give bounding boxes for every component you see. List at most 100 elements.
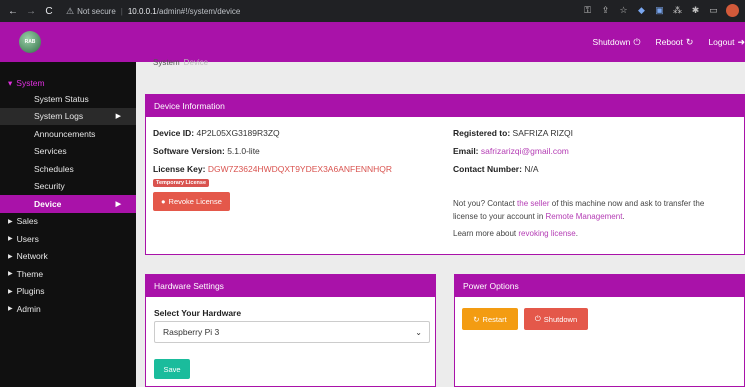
breadcrumb-current: Device (183, 58, 209, 67)
revoke-help-note: Learn more about revoking license. (453, 227, 738, 240)
sidebar: ▾ System System Status System Logs ▶ Anno… (0, 62, 136, 387)
caret-right-icon: ▶ (8, 253, 13, 260)
hardware-select[interactable]: Raspberry Pi 3 ⌄ (154, 321, 430, 343)
key-icon[interactable]: ⚿ (582, 5, 593, 16)
sidebar-item-system-logs[interactable]: System Logs ▶ (0, 107, 136, 125)
sidebar-item-services[interactable]: Services (0, 143, 136, 161)
sidebar-item-security[interactable]: Security (0, 178, 136, 196)
extension-icon[interactable]: ▣ (654, 5, 665, 16)
sidebar-section-theme[interactable]: ▶ Theme (0, 265, 136, 283)
reboot-label: Reboot (655, 37, 683, 47)
revoke-license-label: Revoke License (168, 197, 222, 206)
power-options-panel: Power Options ↻ Restart ⏻ Shutdown (454, 274, 745, 387)
sidebar-section-sales[interactable]: ▶ Sales (0, 213, 136, 231)
registered-to-label: Registered to: (453, 128, 511, 138)
email-label: Email: (453, 146, 479, 156)
sidebar-section-label: Network (16, 251, 48, 262)
sidebar-item-label: Schedules (34, 163, 74, 174)
shutdown-link[interactable]: Shutdown ⏻ (593, 37, 641, 48)
share-icon[interactable]: ⇪ (600, 5, 611, 16)
back-icon[interactable]: ← (6, 4, 20, 18)
contact-number-label: Contact Number: (453, 164, 522, 174)
caret-right-icon: ▶ (8, 218, 13, 225)
panel-title: Power Options (455, 275, 744, 297)
panel-title: Hardware Settings (146, 275, 435, 297)
puzzle-icon[interactable]: ✱ (690, 5, 701, 16)
license-key-label: License Key: (153, 164, 206, 174)
chevron-down-icon: ⌄ (415, 327, 422, 337)
sidebar-item-device[interactable]: Device ▶ (0, 195, 136, 213)
power-icon: ⏻ (534, 314, 541, 323)
sidebar-section-admin[interactable]: ▶ Admin (0, 300, 136, 318)
shutdown-label: Shutdown (543, 314, 578, 324)
sidebar-item-announcements[interactable]: Announcements (0, 125, 136, 143)
warning-icon: ⚠ (66, 5, 75, 16)
app-header: RAB Shutdown ⏻ Reboot ↻ Logout ➜ (0, 22, 745, 62)
sidebar-section-users[interactable]: ▶ Users (0, 230, 136, 248)
address-separator: | (120, 6, 123, 16)
sidebar-section-network[interactable]: ▶ Network (0, 248, 136, 266)
license-key-row: License Key: DGW7Z3624HWDQXT9YDEX3A6ANFE… (153, 164, 392, 174)
software-version-value: 5.1.0-lite (227, 146, 260, 156)
sidebar-item-label: System Status (34, 93, 89, 104)
device-id-row: Device ID: 4P2L05XG3189R3ZQ (153, 128, 280, 138)
hardware-settings-panel: Hardware Settings Select Your Hardware R… (145, 274, 436, 387)
revoke-license-button[interactable]: ● Revoke License (153, 192, 230, 211)
sidebar-item-label: Device (34, 198, 62, 209)
browser-extensions: ⚿ ⇪ ☆ ◆ ▣ ⁂ ✱ ▭ (582, 4, 739, 17)
profile-avatar[interactable] (726, 4, 739, 17)
note-text: Not you? Contact (453, 199, 518, 208)
reboot-link[interactable]: Reboot ↻ (655, 37, 693, 48)
caret-right-icon: ▶ (8, 271, 13, 278)
note-text: of this machine now and ask to transfer … (549, 199, 705, 208)
ownership-note: Not you? Contact the seller of this mach… (453, 197, 738, 223)
breadcrumb-parent[interactable]: System (153, 58, 180, 67)
note-text: license to your account in (453, 212, 546, 221)
device-information-panel: Device Information Device ID: 4P2L05XG31… (145, 94, 745, 255)
caret-right-icon: ▶ (115, 113, 121, 121)
sidebar-item-system-status[interactable]: System Status (0, 90, 136, 108)
sidebar-section-label: Sales (16, 216, 38, 227)
reboot-icon: ↻ (685, 36, 694, 47)
caret-right-icon: ▶ (8, 236, 13, 243)
caret-right-icon: ▶ (8, 288, 13, 295)
note-text: . (622, 212, 625, 221)
shutdown-button[interactable]: ⏻ Shutdown (524, 308, 588, 330)
sidebar-item-label: Announcements (34, 128, 96, 139)
hardware-selected-value: Raspberry Pi 3 (163, 327, 220, 337)
logout-link[interactable]: Logout ➜ (708, 37, 745, 48)
sidepanel-icon[interactable]: ▭ (708, 5, 719, 16)
sidebar-section-plugins[interactable]: ▶ Plugins (0, 283, 136, 301)
remote-management-link[interactable]: Remote Management (546, 212, 623, 221)
device-id-value: 4P2L05XG3189R3ZQ (196, 128, 280, 138)
revoking-license-link[interactable]: revoking license (518, 229, 575, 238)
sidebar-item-label: System Logs (34, 111, 84, 122)
email-link[interactable]: safrizarizqi@gmail.com (481, 146, 569, 156)
reload-icon[interactable]: C (42, 4, 56, 18)
translate-icon[interactable]: ⁂ (672, 5, 683, 16)
shutdown-label: Shutdown (592, 37, 631, 47)
breadcrumb: System Device (153, 58, 208, 67)
caret-right-icon: ▶ (115, 200, 121, 208)
app-logo[interactable]: RAB (19, 31, 41, 53)
seller-link[interactable]: the seller (517, 199, 549, 208)
sidebar-section-label: Users (16, 233, 39, 244)
note-text: . (575, 229, 578, 238)
shield-extension-icon[interactable]: ◆ (636, 5, 647, 16)
address-bar[interactable]: ⚠ Not secure | 10.0.0.1 /admin#!/system/… (66, 6, 240, 17)
sidebar-group-system[interactable]: ▾ System (0, 62, 136, 90)
restart-button[interactable]: ↻ Restart (462, 308, 518, 330)
chevron-down-icon: ▾ (8, 77, 13, 88)
sidebar-group-label: System (16, 78, 45, 88)
contact-number-row: Contact Number: N/A (453, 164, 539, 174)
software-version-row: Software Version: 5.1.0-lite (153, 146, 260, 156)
license-key-value: DGW7Z3624HWDQXT9YDEX3A6ANFENNHQR (207, 164, 393, 174)
forward-icon[interactable]: → (24, 4, 38, 18)
save-button[interactable]: Save (154, 359, 190, 379)
contact-number-value: N/A (524, 164, 539, 174)
caret-right-icon: ▶ (8, 306, 13, 313)
bookmark-star-icon[interactable]: ☆ (618, 5, 629, 16)
panel-title: Device Information (146, 95, 744, 117)
registered-to-value: SAFRIZA RIZQI (512, 128, 573, 138)
sidebar-item-schedules[interactable]: Schedules (0, 160, 136, 178)
